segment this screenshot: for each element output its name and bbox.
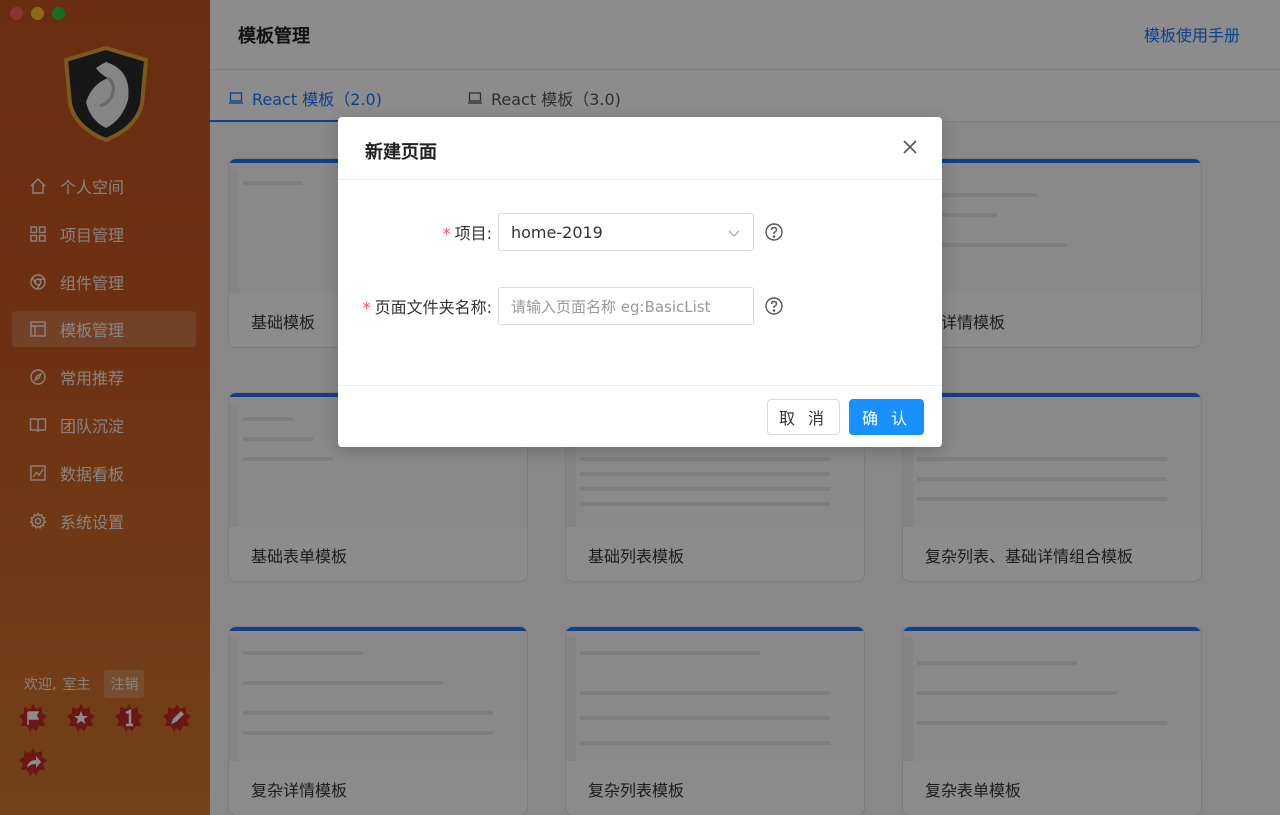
chevron-down-icon bbox=[728, 230, 740, 237]
question-circle-icon[interactable] bbox=[764, 222, 784, 242]
folder-label-text: 页面文件夹名称 bbox=[374, 298, 487, 317]
cancel-button[interactable]: 取 消 bbox=[767, 399, 840, 435]
project-label: * 项目: bbox=[338, 220, 498, 244]
question-circle-icon[interactable] bbox=[764, 296, 784, 316]
required-mark: * bbox=[362, 298, 371, 317]
project-label-text: 项目 bbox=[454, 224, 487, 243]
modal-header: 新建页面 bbox=[338, 117, 942, 180]
folder-name-placeholder: 请输入页面名称 eg:BasicList bbox=[511, 297, 711, 316]
close-icon[interactable] bbox=[900, 137, 920, 157]
folder-name-input[interactable]: 请输入页面名称 eg:BasicList bbox=[498, 287, 754, 325]
project-form-row: * 项目: home-2019 bbox=[338, 213, 784, 251]
project-select-value: home-2019 bbox=[511, 222, 603, 242]
project-select[interactable]: home-2019 bbox=[498, 213, 754, 251]
label-colon: : bbox=[486, 224, 492, 243]
modal-title: 新建页面 bbox=[365, 142, 437, 163]
modal-footer: 取 消 确 认 bbox=[338, 385, 942, 447]
new-page-modal: 新建页面 * 项目: home-2019 * 页面文件夹名称: 请输入页面名称 eg… bbox=[338, 117, 942, 447]
label-colon: : bbox=[486, 298, 492, 317]
required-mark: * bbox=[442, 224, 451, 243]
folder-label: * 页面文件夹名称: bbox=[338, 294, 498, 318]
confirm-button[interactable]: 确 认 bbox=[849, 399, 924, 435]
folder-form-row: * 页面文件夹名称: 请输入页面名称 eg:BasicList bbox=[338, 287, 784, 325]
